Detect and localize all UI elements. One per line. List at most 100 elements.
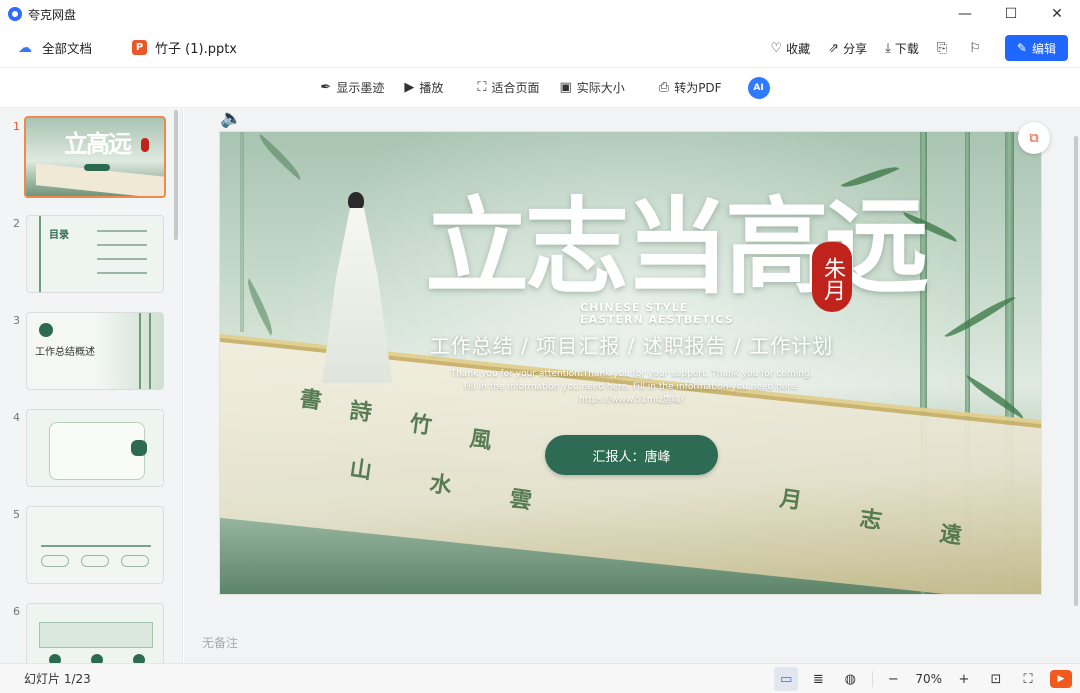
thumbnail-scrollbar[interactable] [174, 110, 178, 240]
document-actions: ♡ 收藏 ⇗ 分享 ⤓ 下载 ⎘ ⚐ ✎ 编辑 [753, 28, 1068, 68]
share-icon: ⇗ [828, 40, 840, 56]
reporter-pill: 汇报人：唐峰 [545, 435, 718, 475]
thumbnail-badge [131, 440, 147, 456]
notes-view-button[interactable]: ≣ [806, 667, 830, 691]
play-label: 播放 [419, 81, 444, 95]
speaker-icon[interactable]: 🔈 [220, 108, 242, 130]
website-line: https://www.51miz唐峰/ [579, 395, 684, 405]
thumbnail-number: 5 [13, 508, 20, 521]
actual-size-button[interactable]: ▣ 实际大小 [559, 79, 624, 96]
download-label: 下载 [894, 41, 919, 56]
notes-view-icon: ≣ [812, 671, 824, 687]
zoom-in-button[interactable]: + [952, 667, 976, 691]
fullscreen-button[interactable]: ⛶ [1016, 667, 1040, 691]
style-tagline: CHINESE STYLE EASTERN AESTBETICS [580, 302, 734, 326]
slide-thumbnail[interactable]: 目录 [26, 215, 164, 293]
calligraphy-glyph: 雲 [508, 485, 534, 515]
share-button[interactable]: ⇗ 分享 [828, 40, 867, 57]
zoom-level: 70% [915, 672, 942, 686]
slideshow-button[interactable]: ▶ [1050, 670, 1072, 688]
play-icon: ▶ [1057, 674, 1065, 684]
normal-view-button[interactable]: ▭ [774, 667, 799, 691]
slide-thumbnail[interactable] [26, 603, 164, 663]
minus-icon: − [887, 671, 899, 687]
slide-subtitle: 工作总结 / 项目汇报 / 述职报告 / 工作计划 [429, 334, 834, 358]
favorite-label: 收藏 [786, 41, 811, 56]
show-ink-label: 显示墨迹 [336, 81, 385, 95]
thumbnail-number: 2 [13, 217, 20, 230]
web-view-button[interactable]: ◍ [838, 667, 862, 691]
slide-title: 立志当高远 [425, 185, 929, 308]
favorite-button[interactable]: ♡ 收藏 [771, 40, 811, 57]
thumbnail-number: 4 [13, 411, 20, 424]
thumbnail-badge [49, 654, 61, 663]
slide-thumbnail[interactable] [26, 506, 164, 584]
thumbnail-section-title: 工作总结概述 [35, 347, 95, 358]
fit-screen-button[interactable]: ⊡ [984, 667, 1008, 691]
notes-placeholder[interactable]: 无备注 [202, 634, 238, 651]
app-logo-icon [8, 7, 22, 21]
pdf-icon: ⎙ [658, 80, 670, 95]
thumbnail-item[interactable]: 3 工作总结概述 [0, 312, 182, 402]
calligraphy-glyph: 竹 [408, 410, 434, 440]
plus-icon: + [958, 671, 970, 687]
cloud-icon: ☁ [18, 39, 32, 56]
calligraphy-glyph: 月 [778, 485, 804, 515]
ai-assistant-button[interactable]: AI [747, 76, 770, 99]
app-title: 夸克网盘 [28, 7, 77, 22]
all-documents-link[interactable]: 全部文档 [42, 38, 92, 57]
status-bar: 幻灯片 1/23 ▭ ≣ ◍ − 70% + ⊡ ⛶ ▶ [0, 663, 1080, 693]
thumbnail-number: 3 [13, 314, 20, 327]
thumbnail-badge [91, 654, 103, 663]
style-line-2: EASTERN AESTBETICS [580, 313, 734, 326]
document-header: ☁ 全部文档 P 竹子 (1).pptx ♡ 收藏 ⇗ 分享 ⤓ 下载 ⎘ ⚐ … [0, 28, 1080, 68]
maximize-button[interactable]: ☐ [988, 0, 1034, 28]
thumbnail-pill [84, 164, 110, 171]
slide-thumbnail-panel: 1 立高远 2 目录 3 工作总结概述 4 5 6 [0, 108, 183, 663]
window-controls: — ☐ ✕ [942, 0, 1080, 28]
thumbnail-item[interactable]: 6 [0, 603, 182, 663]
thumbnail-line [97, 272, 147, 274]
show-ink-button[interactable]: ✒ 显示墨迹 [320, 79, 384, 96]
share-label: 分享 [843, 41, 868, 56]
thumbnail-line [97, 258, 147, 260]
thumbnail-item[interactable]: 2 目录 [0, 215, 182, 305]
thumbnail-number: 1 [13, 120, 20, 133]
download-button[interactable]: ⤓ 下载 [885, 40, 919, 57]
english-line-2: Fill in the information you need here. F… [463, 382, 800, 392]
thumbnail-line [97, 230, 147, 232]
main-scrollbar[interactable] [1074, 136, 1078, 606]
calligraphy-glyph: 遠 [938, 520, 964, 550]
feedback-button[interactable]: ⚐ [969, 41, 985, 56]
minimize-button[interactable]: — [942, 0, 988, 28]
thumbnail-bamboo [149, 313, 151, 389]
thumbnail-item[interactable]: 5 [0, 506, 182, 596]
slide-thumbnail[interactable]: 立高远 [24, 116, 166, 198]
thumbnail-badge [39, 323, 53, 337]
edit-button[interactable]: ✎ 编辑 [1004, 35, 1068, 61]
convert-pdf-button[interactable]: ⎙ 转为PDF [659, 79, 722, 96]
convert-pdf-label: 转为PDF [674, 81, 722, 95]
fit-page-icon: ⛶ [477, 80, 487, 95]
thumbnail-node [121, 555, 149, 567]
play-button[interactable]: ▶ 播放 [404, 79, 443, 96]
fit-page-button[interactable]: ⛶ 适合页面 [477, 79, 539, 96]
slide-thumbnail[interactable] [26, 409, 164, 487]
slide-english-text: Thank you for your attention.Thank you f… [220, 368, 1041, 407]
actual-size-label: 实际大小 [576, 81, 625, 95]
thumbnail-item[interactable]: 4 [0, 409, 182, 499]
slide-thumbnail[interactable]: 工作总结概述 [26, 312, 164, 390]
divider [872, 671, 874, 687]
calligraphy-glyph: 志 [858, 505, 884, 535]
thumbnail-item[interactable]: 1 立高远 [0, 116, 182, 208]
zoom-out-button[interactable]: − [881, 667, 905, 691]
fit-screen-icon: ⊡ [990, 671, 1002, 687]
thumbnail-number: 6 [13, 605, 20, 618]
thumbnail-line [97, 244, 147, 246]
figure-head [348, 192, 364, 210]
normal-view-icon: ▭ [780, 671, 793, 687]
close-button[interactable]: ✕ [1034, 0, 1080, 28]
export-button[interactable]: ⎘ [937, 41, 951, 56]
slide-tools-button[interactable]: ⧉ [1018, 122, 1050, 154]
thumbnail-bamboo [39, 216, 41, 292]
